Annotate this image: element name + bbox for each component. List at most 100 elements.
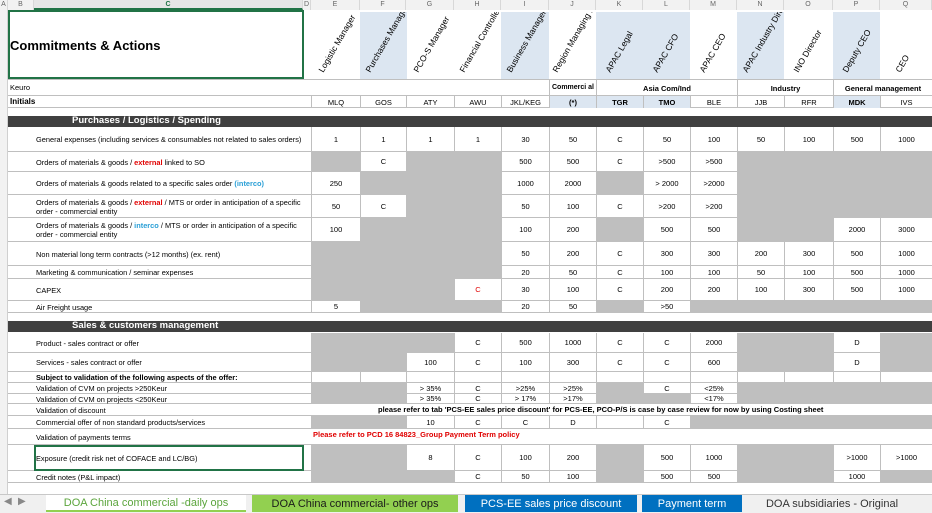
table-cell[interactable]: C	[596, 353, 643, 371]
table-cell[interactable]: >2000	[690, 172, 737, 194]
table-cell[interactable]: 1000	[549, 333, 596, 352]
table-cell[interactable]: C	[596, 333, 643, 352]
table-cell[interactable]	[454, 266, 501, 278]
table-cell[interactable]: C	[643, 333, 690, 352]
table-cell[interactable]: C	[643, 353, 690, 371]
table-cell[interactable]: > 35%	[406, 394, 454, 403]
table-cell[interactable]: 500	[643, 445, 690, 470]
column-header-b[interactable]: B	[8, 0, 34, 10]
row-label[interactable]: Orders of materials & goods / interco / …	[36, 218, 302, 242]
table-cell[interactable]: 30	[501, 127, 549, 151]
table-cell[interactable]	[360, 242, 406, 265]
table-cell[interactable]	[311, 383, 360, 393]
table-cell[interactable]	[360, 383, 406, 393]
table-cell[interactable]	[406, 195, 454, 217]
table-cell[interactable]: > 2000	[643, 172, 690, 194]
table-cell[interactable]: 2000	[833, 218, 880, 241]
table-cell[interactable]: 1	[454, 127, 501, 151]
row-label[interactable]: Orders of materials & goods / external l…	[36, 152, 302, 172]
table-cell[interactable]: 5	[311, 301, 360, 312]
table-cell[interactable]	[311, 372, 360, 382]
table-cell[interactable]	[737, 195, 784, 217]
table-cell[interactable]	[737, 333, 784, 352]
table-cell[interactable]: 500	[833, 127, 880, 151]
table-cell[interactable]: 600	[690, 353, 737, 371]
table-cell[interactable]	[311, 394, 360, 403]
initials-cell[interactable]: TMO	[643, 96, 690, 108]
table-cell[interactable]	[454, 301, 501, 312]
table-cell[interactable]	[596, 394, 643, 403]
table-cell[interactable]	[406, 152, 454, 171]
table-cell[interactable]	[880, 195, 932, 217]
table-cell[interactable]: 200	[643, 279, 690, 300]
table-cell[interactable]: 100	[501, 445, 549, 470]
table-cell[interactable]	[360, 218, 406, 241]
table-cell[interactable]: 100	[784, 266, 833, 278]
tab-doa-subsidiaries[interactable]: DOA subsidiaries - Original	[748, 495, 916, 512]
initials-cell[interactable]: IVS	[880, 96, 932, 108]
table-cell[interactable]	[737, 172, 784, 194]
table-cell[interactable]: D	[833, 333, 880, 352]
table-cell[interactable]: 3000	[880, 218, 932, 241]
table-cell[interactable]	[596, 416, 643, 428]
row-label[interactable]: Validation of CVM on projects >250Keur	[36, 383, 302, 394]
row-label[interactable]: Non material long term contracts (>12 mo…	[36, 242, 302, 266]
table-cell[interactable]: D	[549, 416, 596, 428]
table-cell[interactable]: 500	[833, 279, 880, 300]
row-label[interactable]: Marketing & communication / seminar expe…	[36, 266, 302, 279]
table-cell[interactable]	[880, 333, 932, 352]
table-cell[interactable]	[311, 242, 360, 265]
table-cell[interactable]	[737, 445, 784, 470]
table-cell[interactable]: C	[596, 242, 643, 265]
table-cell[interactable]	[311, 445, 360, 470]
table-cell[interactable]: 8	[406, 445, 454, 470]
table-cell[interactable]: 100	[784, 127, 833, 151]
table-cell[interactable]	[880, 152, 932, 171]
table-cell[interactable]: 50	[643, 127, 690, 151]
table-cell[interactable]: C	[360, 195, 406, 217]
tab-payment-term[interactable]: Payment term	[642, 495, 742, 512]
table-cell[interactable]: <25%	[690, 383, 737, 393]
table-cell[interactable]: C	[454, 416, 501, 428]
table-cell[interactable]	[880, 353, 932, 371]
tab-daily-ops[interactable]: DOA China commercial -daily ops	[46, 495, 246, 512]
table-cell[interactable]	[784, 383, 833, 393]
table-cell[interactable]	[406, 266, 454, 278]
table-cell[interactable]: C	[454, 383, 501, 393]
table-cell[interactable]: 300	[690, 242, 737, 265]
table-cell[interactable]	[784, 394, 833, 403]
table-cell[interactable]: 100	[737, 279, 784, 300]
table-cell[interactable]: C	[454, 445, 501, 470]
table-cell[interactable]	[833, 301, 880, 312]
table-cell[interactable]	[360, 172, 406, 194]
table-cell[interactable]	[880, 172, 932, 194]
table-cell[interactable]	[784, 301, 833, 312]
table-cell[interactable]: 200	[690, 279, 737, 300]
column-header-o[interactable]: O	[784, 0, 833, 10]
table-cell[interactable]: 500	[690, 471, 737, 482]
table-cell[interactable]: >25%	[501, 383, 549, 393]
row-label[interactable]: Product - sales contract or offer	[36, 333, 302, 353]
table-cell[interactable]: D	[833, 353, 880, 371]
table-cell[interactable]: 500	[690, 218, 737, 241]
table-cell[interactable]: 100	[406, 353, 454, 371]
table-cell[interactable]	[880, 471, 932, 482]
table-cell[interactable]: 200	[549, 242, 596, 265]
table-cell[interactable]	[737, 152, 784, 171]
table-cell[interactable]	[784, 195, 833, 217]
table-cell[interactable]	[833, 172, 880, 194]
table-cell[interactable]: 30	[501, 279, 549, 300]
table-cell[interactable]	[833, 195, 880, 217]
table-cell[interactable]	[833, 394, 880, 403]
table-cell[interactable]: 50	[737, 266, 784, 278]
table-cell[interactable]: >500	[690, 152, 737, 171]
row-label[interactable]: Orders of materials & goods related to a…	[36, 172, 302, 195]
table-cell[interactable]: C	[643, 383, 690, 393]
table-cell[interactable]: C	[360, 152, 406, 171]
table-cell[interactable]: 1000	[880, 242, 932, 265]
initials-cell[interactable]: TGR	[596, 96, 643, 108]
table-cell[interactable]: 500	[501, 333, 549, 352]
column-header-l[interactable]: L	[643, 0, 690, 10]
table-cell[interactable]: 1	[360, 127, 406, 151]
table-cell[interactable]	[690, 301, 737, 312]
